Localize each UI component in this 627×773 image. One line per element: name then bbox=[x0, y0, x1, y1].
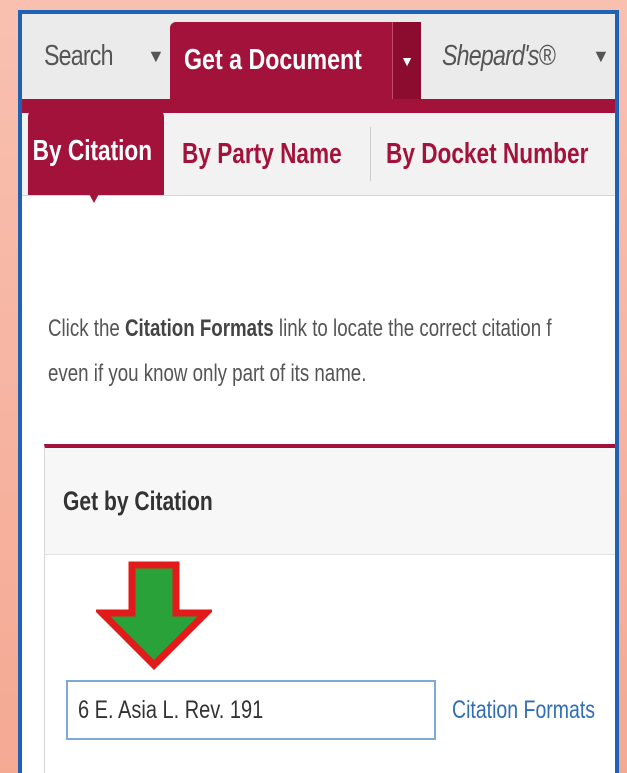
citation-formats-link-label: Citation Formats bbox=[452, 695, 596, 724]
instructions-text: Click the Citation Formats link to locat… bbox=[48, 306, 615, 396]
subnav-tabs: By Citation By Party Name By Docket Numb… bbox=[22, 107, 615, 196]
top-navigation: Search ▼ Get a Document ▼ Shepard's® ▼ bbox=[22, 14, 615, 100]
sub-navigation: By Citation By Party Name By Docket Numb… bbox=[22, 99, 615, 209]
get-document-dropdown-icon[interactable]: ▼ bbox=[392, 22, 421, 99]
tab-by-docket-number[interactable]: By Docket Number bbox=[386, 113, 615, 195]
tab-divider bbox=[370, 127, 371, 181]
instructions-suffix: link to locate the correct citation f bbox=[273, 315, 552, 342]
active-tab-pointer-icon bbox=[82, 181, 106, 203]
tab-by-docket-number-label: By Docket Number bbox=[386, 137, 589, 170]
citation-formats-link[interactable]: Citation Formats bbox=[452, 680, 615, 740]
panel-title: Get by Citation bbox=[63, 448, 255, 554]
nav-get-a-document[interactable]: Get a Document bbox=[170, 22, 420, 99]
nav-search-label: Search bbox=[44, 40, 114, 72]
instructions-bold: Citation Formats bbox=[124, 315, 274, 342]
green-down-arrow-icon bbox=[96, 561, 212, 670]
shepards-dropdown-icon[interactable]: ▼ bbox=[592, 14, 610, 99]
search-dropdown-icon[interactable]: ▼ bbox=[147, 14, 165, 99]
instructions-prefix: Click the bbox=[48, 315, 125, 342]
instructions-line-2: even if you know only part of its name. bbox=[48, 360, 367, 387]
tab-by-party-name[interactable]: By Party Name bbox=[182, 113, 387, 195]
nav-search[interactable]: Search bbox=[44, 14, 130, 99]
citation-input[interactable] bbox=[66, 680, 436, 740]
nav-shepards[interactable]: Shepard's® bbox=[442, 14, 583, 99]
nav-shepards-label: Shepard's® bbox=[442, 40, 556, 72]
screenshot-frame: Search ▼ Get a Document ▼ Shepard's® ▼ B… bbox=[18, 10, 619, 773]
tab-by-citation-label: By Citation bbox=[32, 134, 153, 167]
panel-title-label: Get by Citation bbox=[63, 485, 213, 516]
instructions-line-1: Click the Citation Formats link to locat… bbox=[48, 306, 552, 351]
tab-by-party-name-label: By Party Name bbox=[182, 137, 342, 170]
panel-header: Get by Citation bbox=[45, 448, 615, 555]
nav-get-a-document-label: Get a Document bbox=[184, 44, 362, 76]
